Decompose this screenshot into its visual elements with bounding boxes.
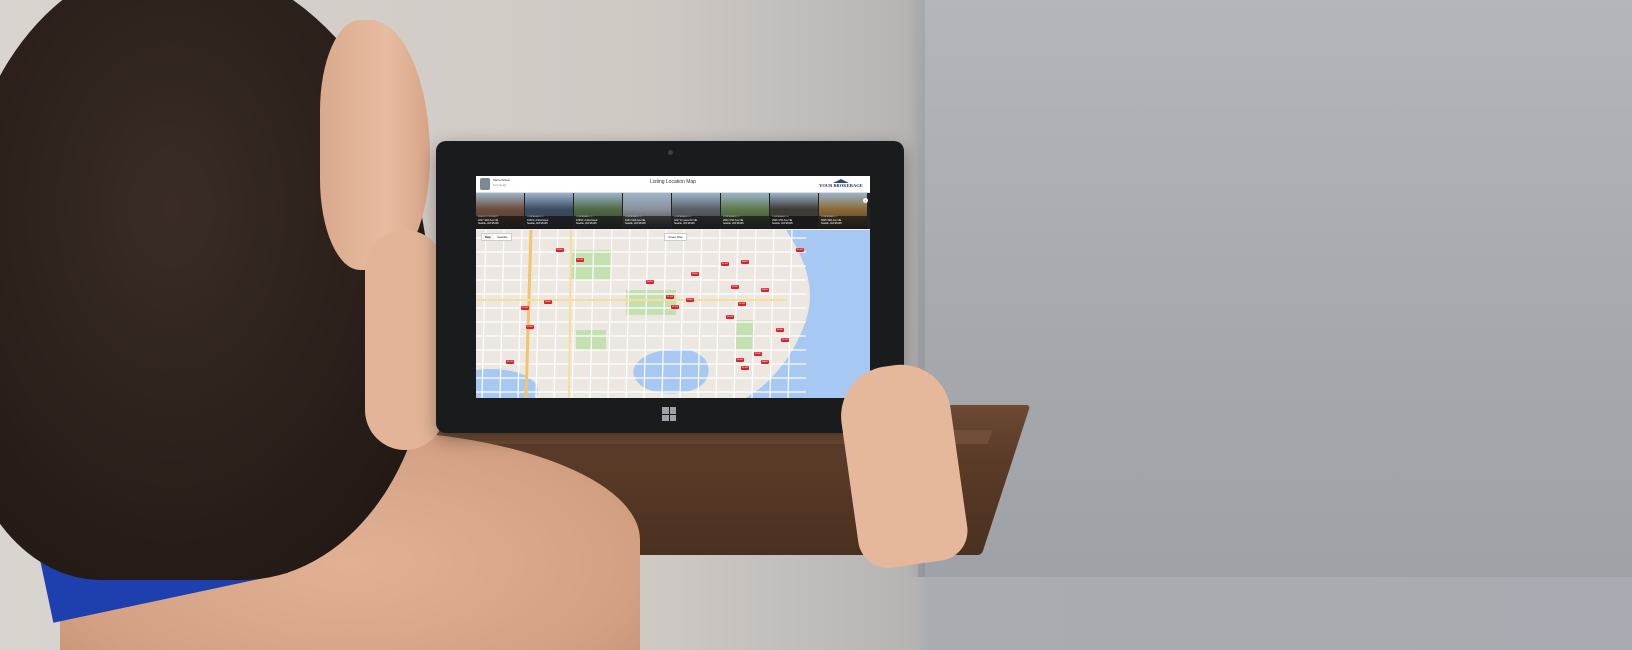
listing-caption: COMPARABLE #5 2820 47th Ave NE Seattle, WA… bbox=[721, 216, 769, 229]
map-price-marker[interactable]: $699K bbox=[691, 272, 699, 276]
map-price-marker[interactable]: $1.0M bbox=[741, 366, 749, 370]
map-price-marker[interactable]: $1.4M bbox=[721, 262, 729, 266]
listing-card[interactable]: COMPARABLE #3 4433 12th Ave NE Seattle, WA… bbox=[623, 193, 671, 229]
listing-card[interactable]: SUBJECT PROPERTY 2227 46th Ave NE Seattle,… bbox=[476, 193, 524, 229]
map-canvas[interactable] bbox=[476, 230, 870, 398]
brokerage-logo: YOUR BROKERAGE bbox=[817, 179, 865, 190]
listing-city: Seattle, WA 98105 bbox=[821, 221, 842, 225]
listing-caption: SUBJECT PROPERTY 2227 46th Ave NE Seattle,… bbox=[476, 216, 524, 229]
map-price-marker[interactable]: $995K bbox=[686, 298, 694, 302]
map-price-marker[interactable]: $875K bbox=[646, 280, 654, 284]
listing-caption: COMPARABLE #3 4433 12th Ave NE Seattle, WA… bbox=[623, 216, 671, 229]
map-price-marker[interactable]: $760K bbox=[754, 352, 762, 356]
camera-icon bbox=[668, 150, 673, 155]
tablet-screen: Maria Wilson Sunn Realty Listing Locatio… bbox=[476, 176, 870, 398]
listing-caption: COMPARABLE #1 10619 Undisclosed Seattle, W… bbox=[525, 216, 573, 229]
photo-scene: Maria Wilson Sunn Realty Listing Locatio… bbox=[0, 0, 1632, 650]
app-header: Maria Wilson Sunn Realty Listing Locatio… bbox=[476, 176, 870, 193]
listing-city: Seattle, WA 98105 bbox=[576, 221, 597, 225]
map-price-marker[interactable]: $1.2M bbox=[576, 258, 584, 262]
windows-logo-icon[interactable] bbox=[662, 407, 676, 421]
map-price-marker[interactable]: $765K bbox=[731, 285, 739, 289]
map-price-marker[interactable]: $1.1M bbox=[726, 315, 734, 319]
listing-caption: COMPARABLE #6 2926 47th Ave NE Seattle, WA… bbox=[770, 216, 818, 229]
wall-background bbox=[918, 0, 1632, 577]
map-price-marker[interactable]: $1.6M bbox=[736, 358, 744, 362]
woman-left-hand bbox=[365, 230, 445, 450]
listing-card[interactable]: COMPARABLE #1 10619 Undisclosed Seattle, W… bbox=[525, 193, 573, 229]
listing-caption: COMPARABLE #7 3815 49th Ave NE Seattle, WA… bbox=[819, 216, 867, 229]
map-price-marker[interactable]: $840K bbox=[776, 328, 784, 332]
listing-city: Seattle, WA 98105 bbox=[723, 221, 744, 225]
listing-card[interactable]: COMPARABLE #2 10932 Undisclosed Seattle, W… bbox=[574, 193, 622, 229]
listing-card[interactable]: COMPARABLE #5 2820 47th Ave NE Seattle, WA… bbox=[721, 193, 769, 229]
carousel-next-button[interactable]: › bbox=[863, 198, 868, 203]
map-price-marker[interactable]: $1.5M bbox=[671, 305, 679, 309]
street-map-button[interactable]: Street Map bbox=[664, 233, 687, 241]
page-title: Listing Location Map bbox=[650, 179, 696, 185]
map-price-marker[interactable]: $1.3M bbox=[521, 306, 529, 310]
map-price-marker[interactable]: $1.1M bbox=[506, 360, 514, 364]
tablet-device: Maria Wilson Sunn Realty Listing Locatio… bbox=[436, 141, 904, 433]
map-price-marker[interactable]: $705K bbox=[526, 325, 534, 329]
listing-card[interactable]: COMPARABLE #6 2926 47th Ave NE Seattle, WA… bbox=[770, 193, 818, 229]
listing-city: Seattle, WA 98105 bbox=[527, 221, 548, 225]
listing-card[interactable]: COMPARABLE #4 4227 E Laurel Dr NE Seattle,… bbox=[672, 193, 720, 229]
listing-caption: COMPARABLE #4 4227 E Laurel Dr NE Seattle,… bbox=[672, 216, 720, 229]
map-price-marker[interactable]: $1.2M bbox=[781, 338, 789, 342]
map-price-marker[interactable]: $825K bbox=[741, 260, 749, 264]
listing-city: Seattle, WA 98105 bbox=[625, 221, 646, 225]
park-area bbox=[736, 320, 754, 350]
map-price-marker[interactable]: $950K bbox=[556, 248, 564, 252]
map-price-marker[interactable]: $1.1M bbox=[666, 295, 674, 299]
map-price-marker[interactable]: $910K bbox=[761, 288, 769, 292]
map-price-marker[interactable]: $880K bbox=[761, 360, 769, 364]
brokerage-logo-text: YOUR BROKERAGE bbox=[819, 183, 863, 188]
listing-map[interactable]: $950K $1.2M $875K $1.1M $699K $1.4M $825K $1.0M… bbox=[476, 230, 870, 398]
listing-carousel: SUBJECT PROPERTY 2227 46th Ave NE Seattle,… bbox=[476, 193, 870, 229]
park-area bbox=[571, 250, 611, 280]
listing-city: Seattle, WA 98105 bbox=[772, 221, 793, 225]
listing-city: Seattle, WA 98105 bbox=[674, 221, 695, 225]
listing-card[interactable]: COMPARABLE #7 3815 49th Ave NE Seattle, WA… bbox=[819, 193, 867, 229]
map-price-marker[interactable]: $1.3M bbox=[738, 302, 746, 306]
map-price-marker[interactable]: $1.0M bbox=[796, 248, 804, 252]
map-type-toggle[interactable]: Map Satellite bbox=[481, 233, 512, 241]
listing-city: Seattle, WA 98105 bbox=[478, 221, 499, 225]
satellite-view-button[interactable]: Satellite bbox=[494, 234, 511, 240]
map-view-button[interactable]: Map bbox=[482, 234, 494, 240]
map-price-marker[interactable]: $930K bbox=[544, 300, 552, 304]
listing-caption: COMPARABLE #2 10932 Undisclosed Seattle, W… bbox=[574, 216, 622, 229]
